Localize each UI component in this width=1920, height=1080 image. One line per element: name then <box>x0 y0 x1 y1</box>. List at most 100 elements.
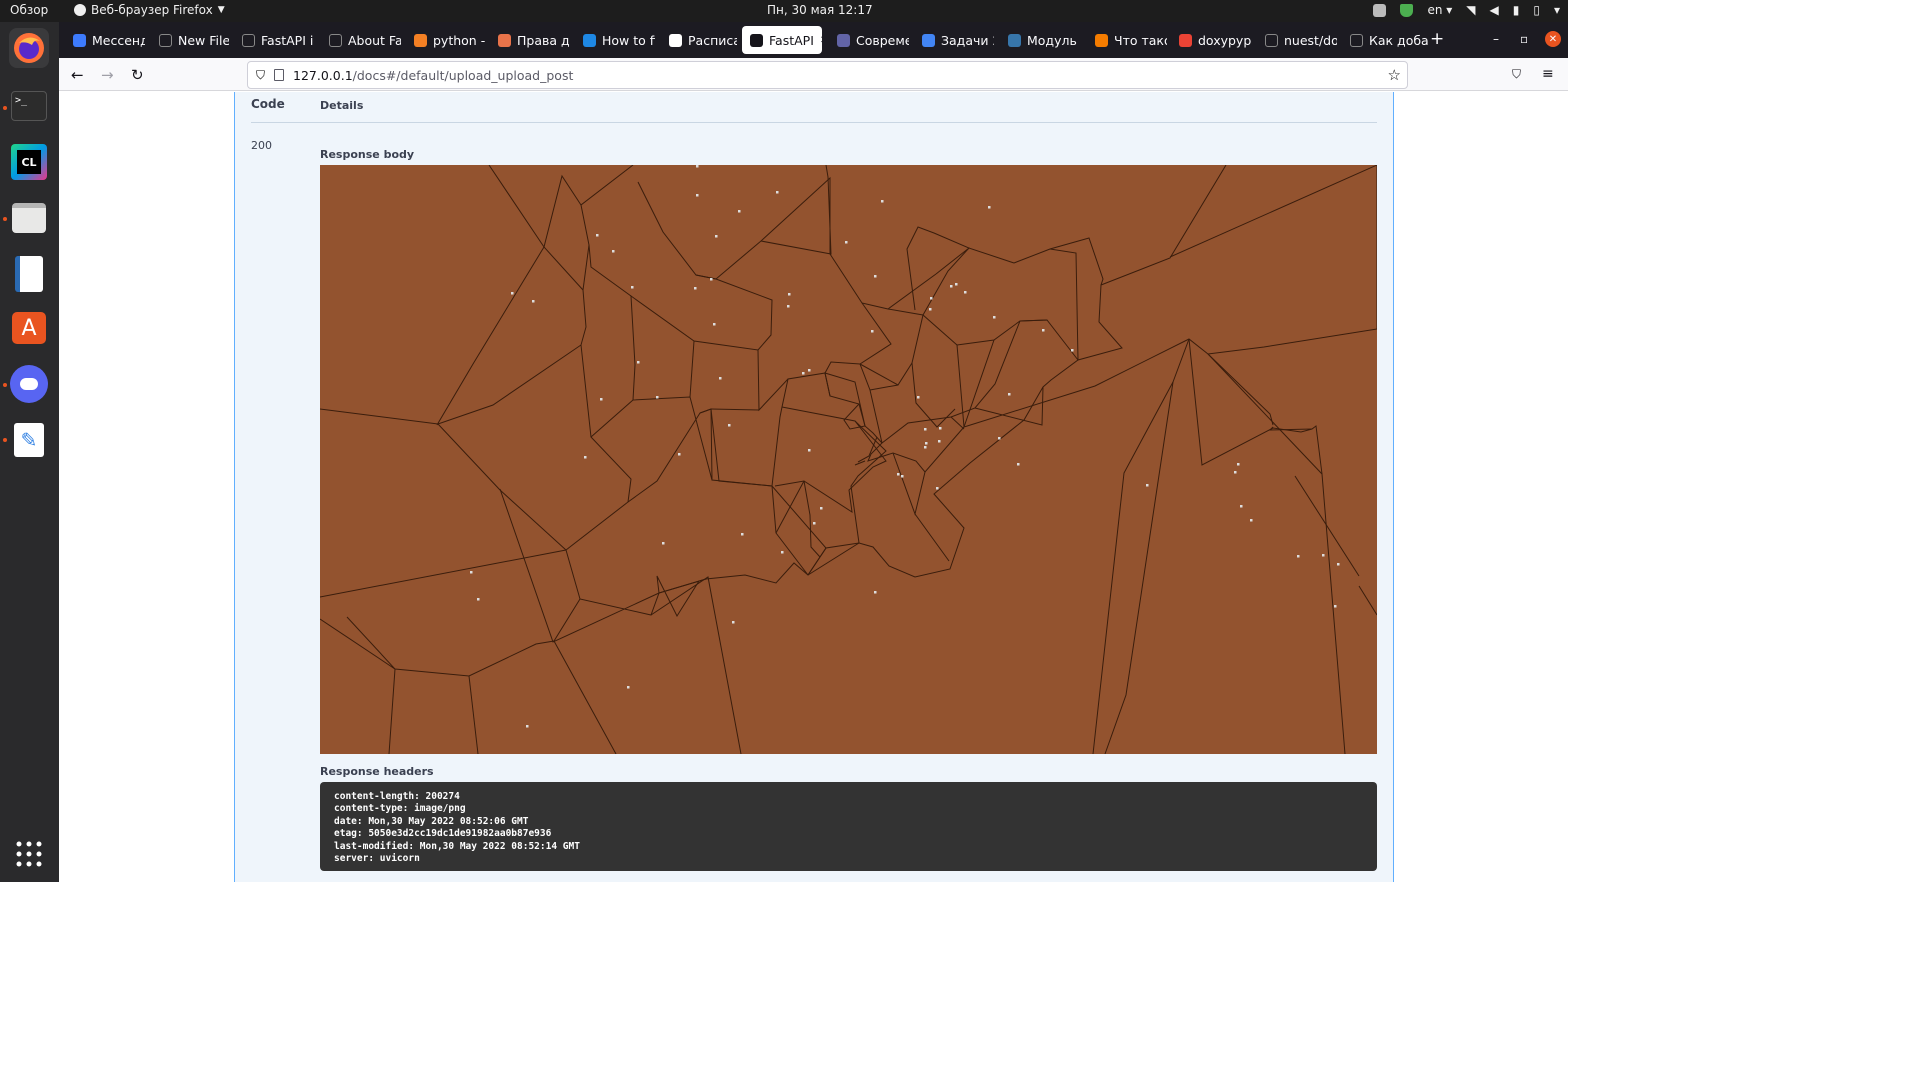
firefox-icon[interactable] <box>9 28 49 68</box>
close-window-button[interactable]: ✕ <box>1545 31 1561 47</box>
reload-button[interactable]: ↻ <box>131 66 144 84</box>
voronoi-site <box>1008 393 1011 396</box>
power-icon[interactable]: ▾ <box>1554 3 1560 17</box>
tab[interactable]: Расписан <box>661 26 737 54</box>
voronoi-site <box>930 297 933 300</box>
voronoi-site <box>728 424 731 427</box>
back-button[interactable]: ← <box>71 66 84 84</box>
battery-icon[interactable]: ▯ <box>1533 3 1540 17</box>
response-header-line: server: uvicorn <box>334 853 420 865</box>
discord-icon[interactable] <box>9 364 49 404</box>
url-host: 127.0.0.1 <box>293 67 353 83</box>
voronoi-site <box>939 427 942 430</box>
page-info-icon[interactable] <box>274 69 285 81</box>
tab-label: FastAPI <box>769 32 814 48</box>
wifi-icon[interactable]: ◥ <box>1466 3 1475 17</box>
tab-favicon-icon <box>414 33 427 47</box>
clion-icon[interactable]: CL <box>9 142 49 182</box>
tab-label: Совреме <box>856 32 909 48</box>
tab-favicon-icon <box>242 33 255 47</box>
voronoi-site <box>950 285 953 288</box>
forward-button[interactable]: → <box>101 66 114 84</box>
voronoi-site <box>1334 605 1337 608</box>
menu-icon[interactable]: ≡ <box>1542 66 1554 82</box>
clock[interactable]: Пн, 30 мая 12:17 <box>767 3 873 17</box>
tab-label: Права до <box>517 32 570 48</box>
tab-favicon-icon <box>73 33 86 47</box>
voronoi-site <box>511 292 514 295</box>
new-tab-button[interactable]: + <box>1430 29 1444 49</box>
voronoi-site <box>627 686 630 689</box>
voronoi-site <box>741 533 744 536</box>
response-code: 200 <box>251 139 272 152</box>
voronoi-site <box>732 621 735 624</box>
tab-label: How to fi <box>602 32 655 48</box>
bookmark-star-icon[interactable]: ☆ <box>1388 66 1401 84</box>
voronoi-site <box>924 428 927 431</box>
tab[interactable]: python - <box>406 26 486 54</box>
tab[interactable]: doxypypy <box>1171 26 1251 54</box>
tab[interactable]: Модуль <box>1000 26 1082 54</box>
activities-button[interactable]: Обзор <box>10 3 48 17</box>
voronoi-site <box>526 725 529 728</box>
microphone-icon[interactable]: ▮ <box>1513 3 1520 17</box>
voronoi-site <box>600 398 603 401</box>
keyboard-layout[interactable]: en ▾ <box>1427 3 1452 17</box>
files-icon[interactable] <box>9 198 49 238</box>
writer-icon[interactable] <box>9 254 49 294</box>
system-tray: en ▾ ◥ ◀ ▮ ▯ ▾ <box>1373 3 1560 17</box>
voronoi-site <box>874 275 877 278</box>
tab[interactable]: Что тако <box>1087 26 1167 54</box>
voronoi-site <box>637 361 640 364</box>
voronoi-site <box>532 300 535 303</box>
voronoi-site <box>1237 463 1240 466</box>
app-center-icon[interactable]: A <box>9 308 49 348</box>
voronoi-site <box>694 287 697 290</box>
voronoi-site <box>696 194 699 197</box>
terminal-icon[interactable]: >_ <box>9 86 49 126</box>
tab-favicon-icon <box>669 33 682 47</box>
show-apps-icon[interactable] <box>9 834 49 874</box>
tab[interactable]: About Fa <box>321 26 401 54</box>
voronoi-site <box>993 316 996 319</box>
tab[interactable]: How to fi <box>575 26 655 54</box>
tab[interactable]: Совреме <box>829 26 909 54</box>
tab-favicon-icon <box>1095 33 1108 47</box>
shield-icon[interactable] <box>1400 3 1414 17</box>
app-menu[interactable]: Веб-браузер Firefox ▼ <box>74 3 225 17</box>
tab[interactable]: Мессенд <box>65 26 145 54</box>
minimize-button[interactable]: – <box>1493 32 1499 46</box>
response-header-line: content-type: image/png <box>334 803 466 815</box>
pocket-icon[interactable]: ⛉ <box>1512 67 1521 82</box>
voronoi-site <box>881 200 884 203</box>
voronoi-site <box>738 210 741 213</box>
voronoi-site <box>901 475 904 478</box>
volume-icon[interactable]: ◀ <box>1490 3 1499 17</box>
voronoi-site <box>1297 555 1300 558</box>
voronoi-site <box>477 598 480 601</box>
tab-label: New File <box>178 32 229 48</box>
tab-favicon-icon <box>837 33 850 47</box>
voronoi-site <box>787 305 790 308</box>
voronoi-site <box>874 591 877 594</box>
tab[interactable]: FastAPI i <box>234 26 316 54</box>
dock: >_ CL A ✎ <box>0 22 59 882</box>
text-editor-icon[interactable]: ✎ <box>9 420 49 460</box>
voronoi-site <box>713 323 716 326</box>
tab[interactable]: Задачи 2 <box>914 26 994 54</box>
tab[interactable]: Как добави <box>1342 26 1428 54</box>
shield-icon[interactable]: ⛉ <box>256 68 265 83</box>
tab[interactable]: Права до <box>490 26 570 54</box>
system-top-bar: Обзор Веб-браузер Firefox ▼ Пн, 30 мая 1… <box>0 0 1568 22</box>
close-tab-icon[interactable]: ✕ <box>820 35 822 46</box>
voronoi-site <box>1071 349 1074 352</box>
firefox-small-icon <box>74 4 86 16</box>
tab-favicon-icon <box>1008 33 1021 47</box>
tab[interactable]: New File <box>151 26 229 54</box>
url-bar[interactable]: ⛉ 127.0.0.1/docs#/default/upload_upload_… <box>247 61 1408 89</box>
tab[interactable]: nuest/do <box>1257 26 1337 54</box>
tab[interactable]: FastAPI ✕ <box>742 26 822 54</box>
maximize-button[interactable]: ▫ <box>1520 32 1528 46</box>
discord-tray-icon[interactable] <box>1373 3 1387 17</box>
tab-label: Как добави <box>1369 32 1428 48</box>
